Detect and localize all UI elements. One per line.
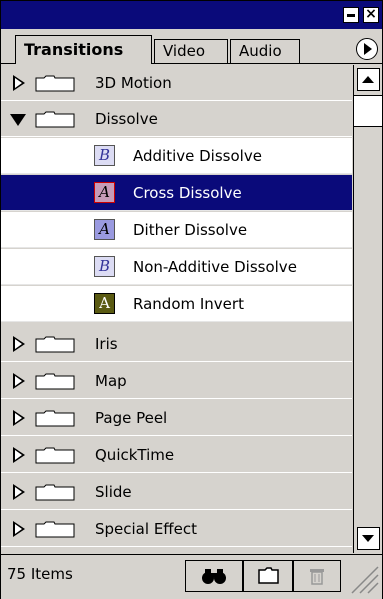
delete-button[interactable] xyxy=(293,560,341,592)
folder-label: Special Effect xyxy=(95,520,197,538)
item-label: Random Invert xyxy=(133,295,244,313)
palette-footer: 75 Items xyxy=(1,554,382,599)
item-label: Cross Dissolve xyxy=(133,184,242,202)
transitions-palette: × Transitions Video Audio 3D Motion Diss… xyxy=(0,0,383,599)
scroll-down-icon[interactable] xyxy=(357,527,380,550)
additive-dissolve-icon: B xyxy=(94,145,115,166)
folder-label: Dissolve xyxy=(95,110,158,128)
expand-triangle-icon[interactable] xyxy=(13,484,25,500)
item-label: Dither Dissolve xyxy=(133,221,248,239)
tab-row: Transitions Video Audio xyxy=(1,29,382,64)
expand-triangle-icon[interactable] xyxy=(13,336,25,352)
expand-triangle-icon[interactable] xyxy=(13,75,25,91)
folder-label: 3D Motion xyxy=(95,74,172,92)
palette-menu-icon[interactable] xyxy=(356,38,378,60)
item-label: Additive Dissolve xyxy=(133,147,262,165)
folder-label: QuickTime xyxy=(95,446,175,464)
folder-icon xyxy=(35,336,75,353)
tab-audio[interactable]: Audio xyxy=(230,39,300,63)
transitions-list: 3D Motion Dissolve B Additive Dissolve A… xyxy=(1,65,352,553)
folder-icon xyxy=(35,111,75,128)
transition-item-cross-dissolve[interactable]: A Cross Dissolve xyxy=(1,175,352,211)
folder-row-slide[interactable]: Slide xyxy=(1,474,352,510)
transition-item-random-invert[interactable]: A Random Invert xyxy=(1,286,352,322)
folder-row-map[interactable]: Map xyxy=(1,363,352,399)
folder-row-3d-motion[interactable]: 3D Motion xyxy=(1,65,352,101)
random-invert-icon: A xyxy=(94,293,115,314)
cross-dissolve-icon: A xyxy=(94,182,115,203)
folder-label: Page Peel xyxy=(95,409,168,427)
expand-triangle-icon[interactable] xyxy=(13,521,25,537)
tab-video[interactable]: Video xyxy=(154,39,228,63)
folder-row-quicktime[interactable]: QuickTime xyxy=(1,437,352,473)
folder-label: Map xyxy=(95,372,127,390)
minimize-icon[interactable] xyxy=(343,7,359,23)
resize-grip-icon[interactable] xyxy=(344,559,380,595)
scroll-up-icon[interactable] xyxy=(357,68,380,91)
folder-icon xyxy=(35,75,75,92)
folder-row-page-peel[interactable]: Page Peel xyxy=(1,400,352,436)
find-button[interactable] xyxy=(185,560,243,592)
item-count: 75 Items xyxy=(7,565,73,583)
folder-row-dissolve[interactable]: Dissolve xyxy=(1,101,352,137)
folder-label: Iris xyxy=(95,335,118,353)
scroll-thumb[interactable] xyxy=(354,95,382,127)
transition-item-dither-dissolve[interactable]: A Dither Dissolve xyxy=(1,212,352,248)
collapse-triangle-icon[interactable] xyxy=(10,114,26,126)
tab-transitions[interactable]: Transitions xyxy=(15,35,152,64)
folder-icon xyxy=(35,373,75,390)
trash-icon xyxy=(310,569,324,585)
dither-dissolve-icon: A xyxy=(94,219,115,240)
folder-row-special-effect[interactable]: Special Effect xyxy=(1,511,352,547)
new-folder-icon xyxy=(258,567,279,584)
transition-item-additive-dissolve[interactable]: B Additive Dissolve xyxy=(1,138,352,174)
folder-label: Slide xyxy=(95,483,132,501)
expand-triangle-icon[interactable] xyxy=(13,410,25,426)
transition-item-non-additive-dissolve[interactable]: B Non-Additive Dissolve xyxy=(1,249,352,285)
item-label: Non-Additive Dissolve xyxy=(133,258,297,276)
expand-triangle-icon[interactable] xyxy=(13,447,25,463)
folder-icon xyxy=(35,447,75,464)
vertical-scrollbar[interactable] xyxy=(353,65,382,553)
folder-icon xyxy=(35,484,75,501)
expand-triangle-icon[interactable] xyxy=(13,373,25,389)
new-folder-button[interactable] xyxy=(243,560,293,592)
palette-titlebar[interactable]: × xyxy=(1,1,382,29)
close-icon[interactable]: × xyxy=(363,7,379,23)
folder-icon xyxy=(35,410,75,427)
folder-icon xyxy=(35,521,75,538)
folder-row-iris[interactable]: Iris xyxy=(1,326,352,362)
binoculars-icon xyxy=(202,569,226,584)
non-additive-dissolve-icon: B xyxy=(94,256,115,277)
